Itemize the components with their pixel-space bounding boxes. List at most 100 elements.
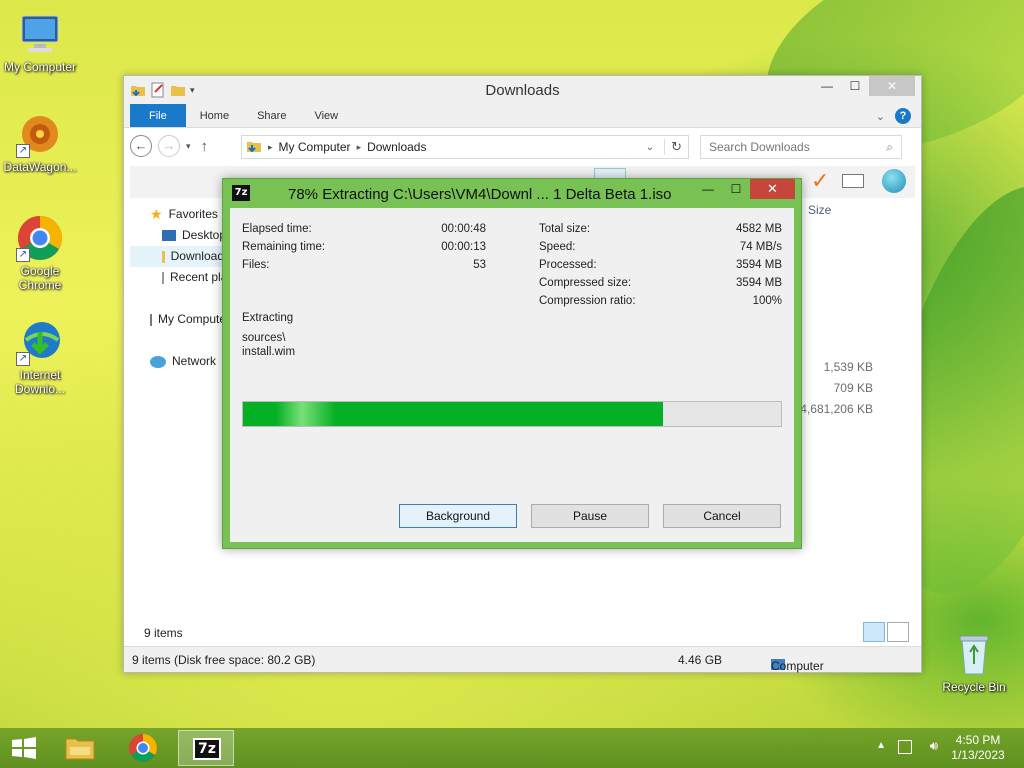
desktop-icon-recycle-bin[interactable]: Recycle Bin [934, 630, 1014, 694]
refresh-icon[interactable]: ↻ [664, 139, 688, 155]
nav-label: My Computer [158, 312, 230, 326]
desktop-icon-chrome[interactable]: ↗ Google Chrome [0, 214, 80, 292]
dialog-title: 78% Extracting C:\Users\VM4\Downl ... 1 … [288, 186, 672, 203]
network-icon[interactable] [898, 740, 912, 754]
nav-recent[interactable]: Recent places [130, 267, 230, 288]
tab-view[interactable]: View [300, 104, 352, 127]
nav-label: Network [172, 354, 217, 368]
stat-label: Elapsed time: [242, 223, 312, 235]
nav-desktop[interactable]: Desktop [130, 225, 230, 246]
maximize-button[interactable]: ☐ [722, 179, 750, 199]
pause-button[interactable]: Pause [531, 504, 649, 528]
view-switcher [863, 622, 909, 642]
large-icons-view-button[interactable] [887, 622, 909, 642]
status-size: 4.46 GB [678, 653, 723, 667]
column-header-size[interactable]: Size [808, 203, 831, 217]
tab-home[interactable]: Home [186, 104, 243, 127]
nav-label: Desktop [182, 228, 227, 242]
internet-download-manager-icon: ↗ [16, 318, 64, 366]
stat-label: Processed: [539, 259, 597, 271]
start-button[interactable] [10, 736, 38, 760]
stat-value: 100% [752, 295, 782, 307]
dialog-body: Elapsed time: 00:00:48 Remaining time: 0… [230, 208, 794, 542]
stat-processed: Processed: 3594 MB [539, 256, 782, 274]
stat-files: Files: 53 [242, 256, 486, 274]
close-button[interactable]: ✕ [869, 76, 915, 96]
downloads-folder-icon [246, 138, 262, 157]
taskbar-chrome[interactable] [115, 730, 171, 766]
show-hidden-icons-icon[interactable]: ▲ [876, 740, 886, 751]
stat-compression-ratio: Compression ratio: 100% [539, 292, 782, 310]
address-dropdown-icon[interactable]: ⌄ [646, 142, 658, 153]
up-arrow-icon[interactable]: ↑ [201, 138, 209, 155]
clock[interactable]: 4:50 PM 1/13/2023 [948, 733, 1008, 763]
stat-value: 3594 MB [735, 277, 782, 289]
recent-places-icon [162, 271, 164, 284]
file-size: 709 KB [833, 381, 873, 395]
windows-logo-icon [12, 737, 36, 759]
tab-file[interactable]: File [130, 104, 186, 127]
downloads-folder-icon [162, 250, 165, 263]
taskbar-7zip[interactable]: 7z [178, 730, 234, 766]
nav-network[interactable]: Network [130, 351, 230, 372]
stat-label: Remaining time: [242, 241, 326, 253]
nav-label: Favorites [168, 207, 218, 221]
desktop-icon-internet-download-manager[interactable]: ↗ Internet Downlo... [0, 318, 80, 396]
stat-speed: Speed: 74 MB/s [539, 238, 782, 256]
status-bar: 9 items (Disk free space: 80.2 GB) 4.46 … [124, 646, 921, 673]
forward-button[interactable]: → [158, 135, 180, 157]
globe-icon[interactable] [882, 169, 906, 193]
maximize-button[interactable]: ☐ [841, 76, 869, 96]
stat-label: Compression ratio: [539, 295, 636, 307]
search-icon: ⌕ [886, 139, 893, 154]
desktop-icon-datawagon[interactable]: ↗ DataWagon... [0, 110, 80, 174]
minimize-button[interactable]: — [694, 179, 722, 199]
file-sizes: 1,539 KB 709 KB 4,681,206 KB [800, 357, 873, 420]
dialog-titlebar[interactable]: 7z 78% Extracting C:\Users\VM4\Downl ...… [223, 179, 801, 208]
items-count: 9 items [144, 626, 183, 640]
stat-label: Speed: [539, 241, 576, 253]
7zip-logo-icon: 7z [193, 738, 221, 760]
stat-label: Files: [242, 259, 270, 271]
datawagon-icon: ↗ [16, 110, 64, 158]
background-button[interactable]: Background [399, 504, 517, 528]
expand-ribbon-icon[interactable]: ⌄ [876, 110, 885, 123]
breadcrumb-root[interactable]: My Computer [279, 140, 351, 154]
help-icon[interactable]: ? [895, 108, 911, 124]
breadcrumb-current[interactable]: Downloads [367, 140, 426, 154]
tab-share[interactable]: Share [243, 104, 300, 127]
rename-icon[interactable] [842, 174, 864, 188]
stat-value: 53 [473, 259, 486, 271]
current-directory: sources\ [242, 332, 286, 344]
minimize-button[interactable]: — [813, 76, 841, 96]
details-view-button[interactable] [863, 622, 885, 642]
network-icon [150, 355, 166, 368]
nav-my-computer[interactable]: My Computer [130, 309, 230, 330]
extraction-dialog: 7z 78% Extracting C:\Users\VM4\Downl ...… [222, 178, 802, 549]
checkmark-icon[interactable]: ✓ [811, 168, 829, 194]
close-button[interactable]: ✕ [750, 179, 795, 199]
volume-icon[interactable]: 🔊︎ [930, 738, 938, 754]
desktop-icon-label: DataWagon... [3, 160, 77, 174]
address-bar[interactable]: ▸ My Computer ▸ Downloads ⌄ ↻ [241, 135, 689, 159]
dialog-window-controls: — ☐ ✕ [694, 179, 795, 199]
search-input[interactable]: Search Downloads ⌕ [700, 135, 902, 159]
recycle-bin-icon [950, 630, 998, 678]
file-size: 1,539 KB [823, 360, 873, 374]
clock-date: 1/13/2023 [951, 748, 1005, 762]
nav-favorites[interactable]: ★ Favorites [130, 204, 230, 225]
recent-locations-icon[interactable]: ▾ [186, 141, 191, 152]
taskbar-file-explorer[interactable] [52, 730, 108, 766]
nav-downloads[interactable]: Downloads [130, 246, 230, 267]
progress-bar [242, 401, 782, 427]
current-file: install.wim [242, 346, 296, 358]
desktop-icon-my-computer[interactable]: My Computer [0, 10, 80, 74]
desktop-icon-label: Internet Downlo... [14, 368, 66, 396]
cancel-button[interactable]: Cancel [663, 504, 781, 528]
status-location-label: Computer [771, 659, 824, 673]
action-label: Extracting [242, 312, 294, 324]
explorer-titlebar[interactable]: ▾ Downloads — ☐ ✕ [124, 76, 921, 104]
desktop-icon-label: My Computer [3, 60, 77, 74]
ribbon-tabs: File Home Share View ⌄ ? [124, 104, 921, 128]
back-button[interactable]: ← [130, 135, 152, 157]
